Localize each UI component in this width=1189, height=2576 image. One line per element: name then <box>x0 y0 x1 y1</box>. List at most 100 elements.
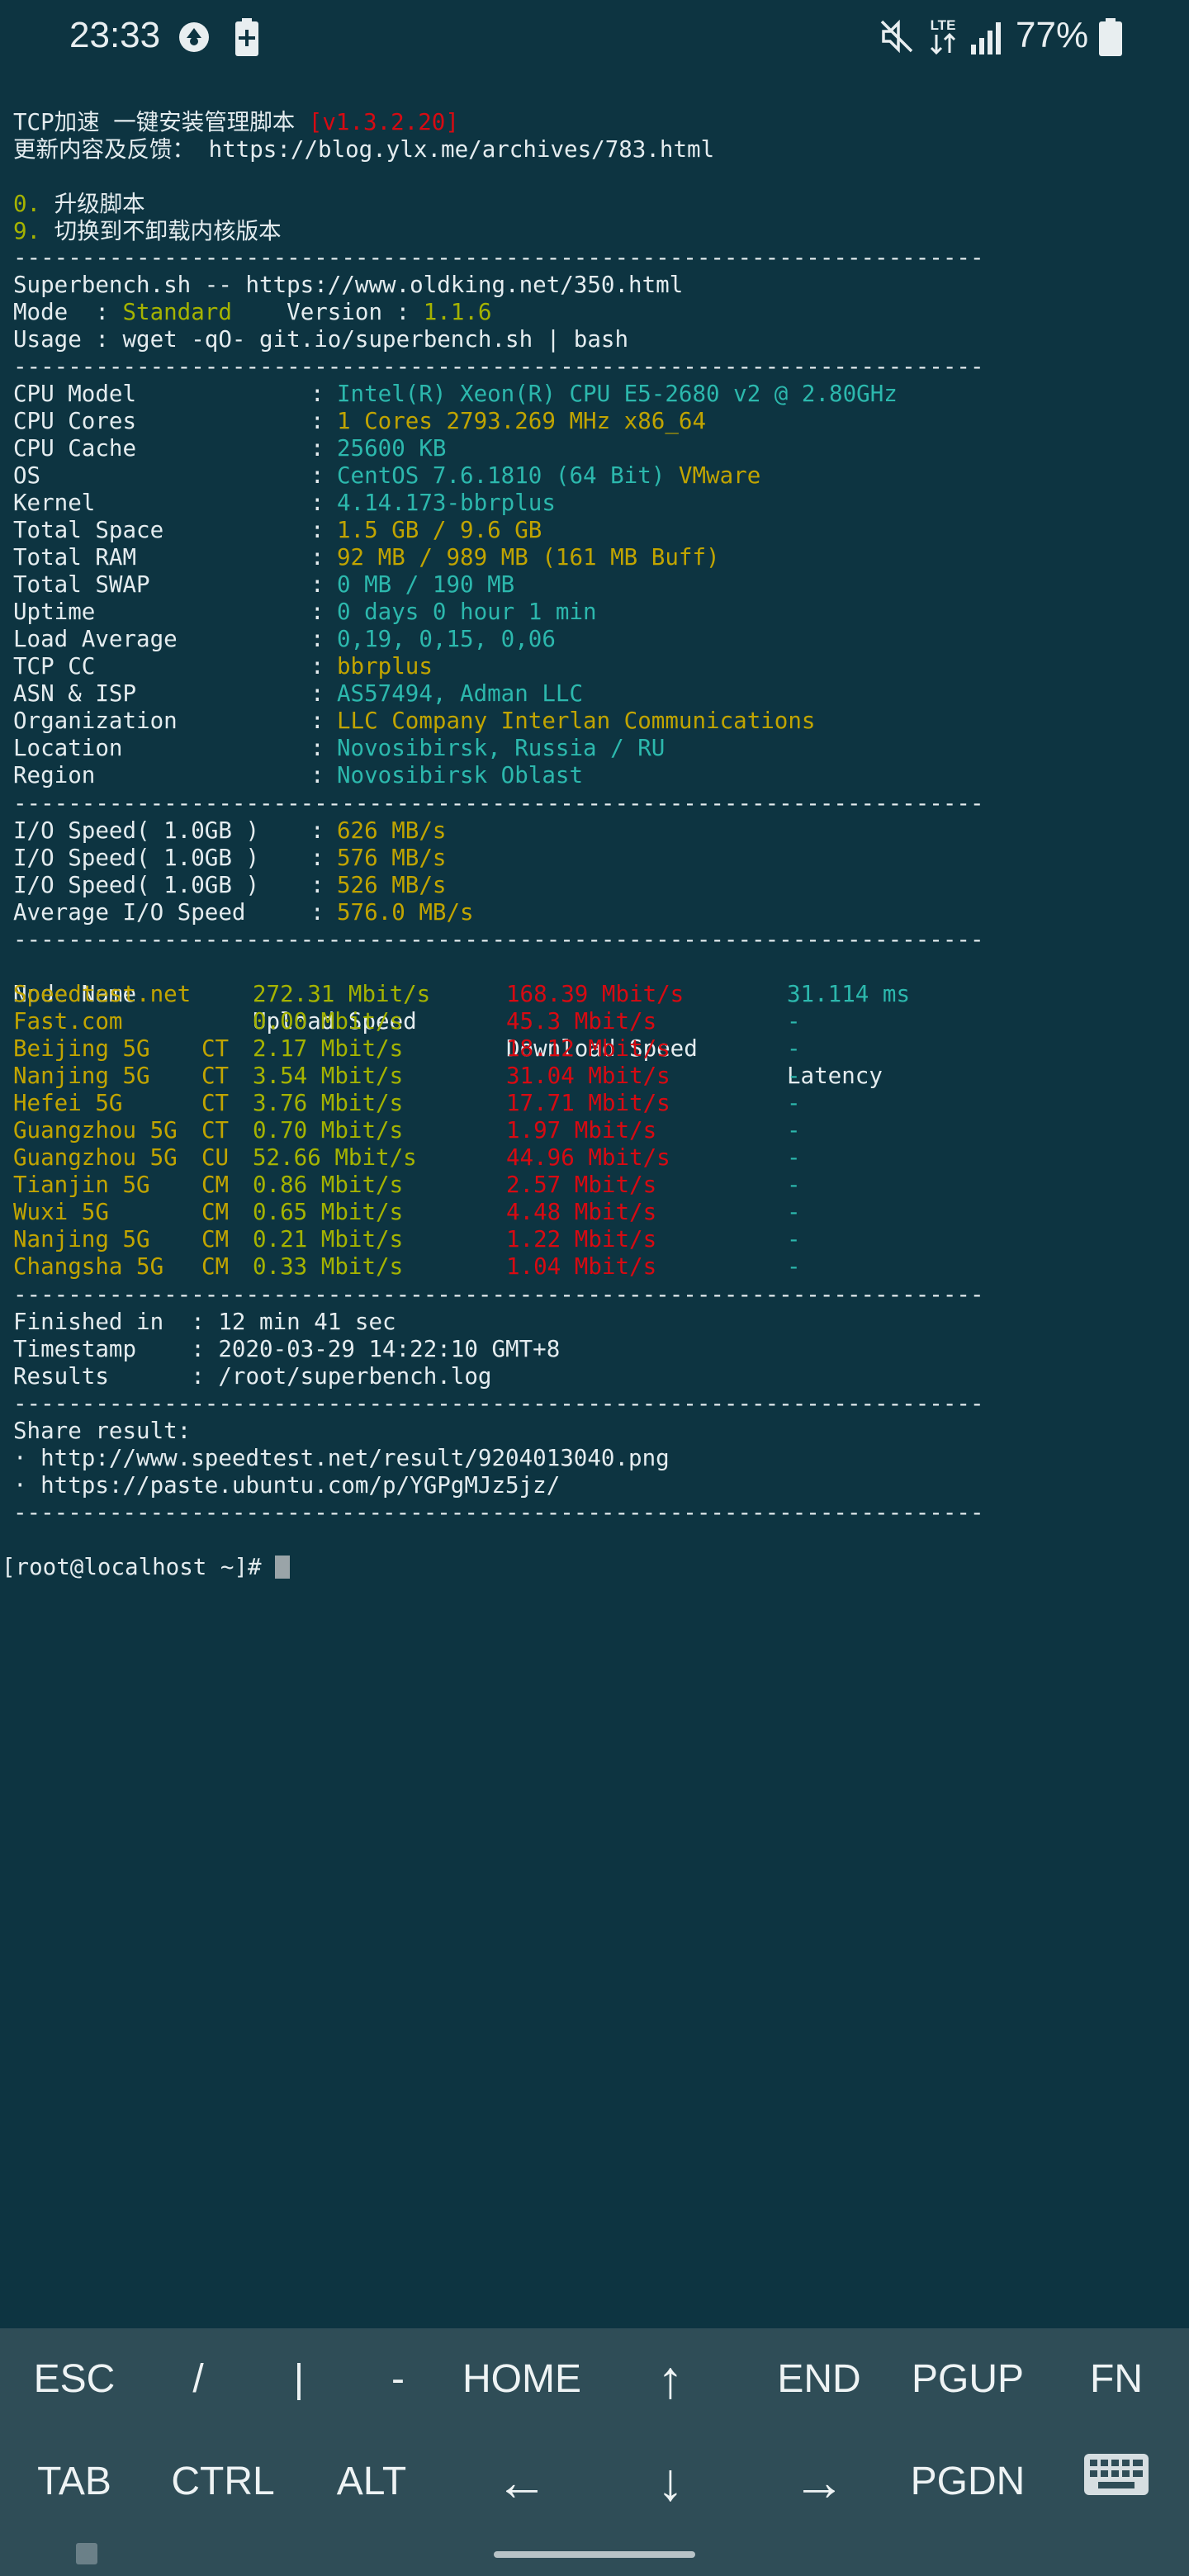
tab-key[interactable]: TAB <box>0 2431 149 2533</box>
node-name: Beijing 5G <box>13 1035 150 1062</box>
menu-option-0: 0. 升级脚本 <box>13 191 145 217</box>
sysinfo-value: Intel(R) Xeon(R) CPU E5-2680 v2 @ 2.80GH… <box>337 381 898 407</box>
speed-row: Wuxi 5G CM 0.65 Mbit/s 4.48 Mbit/s - <box>13 1199 1004 1226</box>
sysinfo-colon: : <box>310 544 339 571</box>
download-speed: 1.04 Mbit/s <box>506 1253 657 1280</box>
sysinfo-row: ASN & ISP: AS57494, Adman LLC <box>13 680 1087 708</box>
sysinfo-colon: : <box>310 762 339 788</box>
sysinfo-label: TCP CC <box>13 653 96 680</box>
node-name: Changsha 5G <box>13 1253 164 1280</box>
signal-icon <box>969 20 1007 59</box>
text-cursor <box>275 1556 291 1579</box>
io-value: 576.0 MB/s <box>337 899 474 926</box>
sysinfo-label: CPU Cores <box>13 408 137 434</box>
sysinfo-row: Uptime: 0 days 0 hour 1 min <box>13 599 1087 626</box>
separator: ----------------------------------------… <box>13 926 984 953</box>
pgup-key[interactable]: PGUP <box>893 2328 1042 2431</box>
io-colon: : <box>310 817 339 844</box>
io-colon: : <box>310 899 339 926</box>
home-gesture-handle[interactable] <box>494 2551 695 2558</box>
left-arrow-key[interactable]: ← <box>448 2431 596 2533</box>
terminal-output[interactable]: TCP加速 一键安装管理脚本 [v1.3.2.20] 更新内容及反馈： http… <box>0 106 1189 2302</box>
recent-apps-icon[interactable] <box>76 2543 97 2564</box>
speed-row: Guangzhou 5G CT 0.70 Mbit/s 1.97 Mbit/s - <box>13 1117 1004 1144</box>
sysinfo-row: CPU Model: Intel(R) Xeon(R) CPU E5-2680 … <box>13 381 1087 408</box>
node-isp: CM <box>201 1172 230 1198</box>
sysinfo-value: AS57494, Adman LLC <box>337 680 584 707</box>
battery-saver-icon <box>234 18 259 60</box>
sysinfo-label: CPU Cache <box>13 435 137 462</box>
home-key[interactable]: HOME <box>448 2328 596 2431</box>
sysinfo-label: Region <box>13 762 96 788</box>
download-speed: 4.48 Mbit/s <box>506 1199 657 1225</box>
node-name: Nanjing 5G <box>13 1226 150 1252</box>
sysinfo-label: Location <box>13 735 123 761</box>
download-speed: 1.22 Mbit/s <box>506 1226 657 1252</box>
latency: - <box>787 1090 801 1116</box>
separator: ----------------------------------------… <box>13 353 984 380</box>
io-speed-row: I/O Speed( 1.0GB ): 576 MB/s <box>13 845 756 872</box>
upload-speed: 0.21 Mbit/s <box>253 1226 404 1252</box>
sysinfo-row: Total SWAP: 0 MB / 190 MB <box>13 571 1087 599</box>
usage-line: Usage : wget -qO- git.io/superbench.sh |… <box>13 326 629 353</box>
node-isp: CU <box>201 1144 230 1171</box>
sysinfo-value: Novosibirsk Oblast <box>337 762 584 788</box>
alt-key[interactable]: ALT <box>297 2431 446 2533</box>
down-arrow-key[interactable]: ↓ <box>596 2431 745 2533</box>
upload-speed: 52.66 Mbit/s <box>253 1144 417 1171</box>
io-colon: : <box>310 845 339 871</box>
right-arrow-key[interactable]: → <box>745 2431 893 2533</box>
download-speed: 44.96 Mbit/s <box>506 1144 670 1171</box>
io-speed-row: I/O Speed( 1.0GB ): 626 MB/s <box>13 817 756 845</box>
version-value: 1.1.6 <box>423 299 492 325</box>
io-label: I/O Speed( 1.0GB ) <box>13 845 260 871</box>
svg-text:LTE: LTE <box>931 17 956 33</box>
timestamp-line: Timestamp : 2020-03-29 14:22:10 GMT+8 <box>13 1336 561 1362</box>
io-label: I/O Speed( 1.0GB ) <box>13 817 260 844</box>
fn-key[interactable]: FN <box>1042 2328 1189 2431</box>
sysinfo-value: CentOS 7.6.1810 (64 Bit) <box>337 462 679 489</box>
status-bar: 23:33 LTE 77% <box>0 0 1189 76</box>
node-name: Fast.com <box>13 1008 123 1035</box>
sysinfo-value: 0 MB / 190 MB <box>337 571 515 598</box>
node-isp: CT <box>201 1090 230 1116</box>
share-link-speedtest[interactable]: · http://www.speedtest.net/result/920401… <box>13 1445 670 1472</box>
io-speed-row: Average I/O Speed: 576.0 MB/s <box>13 899 756 926</box>
node-isp: CM <box>201 1199 230 1225</box>
node-isp: CT <box>201 1117 230 1144</box>
node-isp: CM <box>201 1253 230 1280</box>
mode-value: Standard <box>122 299 232 325</box>
update-info-line: 更新内容及反馈： https://blog.ylx.me/archives/78… <box>13 136 715 163</box>
sysinfo-colon: : <box>310 381 339 407</box>
ctrl-key[interactable]: CTRL <box>149 2431 297 2533</box>
sysinfo-row: Total RAM: 92 MB / 989 MB (161 MB Buff) <box>13 544 1087 571</box>
separator: ----------------------------------------… <box>13 790 984 817</box>
finished-line: Finished in : 12 min 41 sec <box>13 1309 396 1335</box>
latency: - <box>787 1253 801 1280</box>
sysinfo-label: CPU Model <box>13 381 137 407</box>
speed-row: Guangzhou 5G CU 52.66 Mbit/s 44.96 Mbit/s - <box>13 1144 1004 1172</box>
node-name: Guangzhou 5G <box>13 1144 178 1171</box>
latency: - <box>787 1035 801 1062</box>
download-speed: 2.57 Mbit/s <box>506 1172 657 1198</box>
navigation-bar <box>0 2533 1189 2576</box>
battery-percent: 77% <box>1016 15 1089 55</box>
sysinfo-label: Organization <box>13 708 178 734</box>
end-key[interactable]: END <box>745 2328 893 2431</box>
latency: - <box>787 1226 801 1252</box>
upload-speed: 0.86 Mbit/s <box>253 1172 404 1198</box>
keyboard-toggle-key[interactable] <box>1042 2431 1189 2533</box>
io-speed-row: I/O Speed( 1.0GB ): 526 MB/s <box>13 872 756 899</box>
latency: - <box>787 1117 801 1144</box>
share-link-paste[interactable]: · https://paste.ubuntu.com/p/YGPgMJz5jz/ <box>13 1472 560 1499</box>
sysinfo-colon: : <box>310 490 339 516</box>
up-arrow-key[interactable]: ↑ <box>596 2328 745 2431</box>
upload-speed: 0.70 Mbit/s <box>253 1117 404 1144</box>
sysinfo-value: 92 MB / 989 MB (161 MB Buff) <box>337 544 720 571</box>
shell-prompt[interactable]: [root@localhost ~]# <box>2 1554 291 1581</box>
sysinfo-colon: : <box>310 571 339 598</box>
upload-speed: 3.76 Mbit/s <box>253 1090 404 1116</box>
node-name: Speedtest.net <box>13 981 192 1007</box>
pgdn-key[interactable]: PGDN <box>893 2431 1042 2533</box>
speed-table-header: Node Name Upload Speed Download Speed La… <box>13 954 1004 1089</box>
